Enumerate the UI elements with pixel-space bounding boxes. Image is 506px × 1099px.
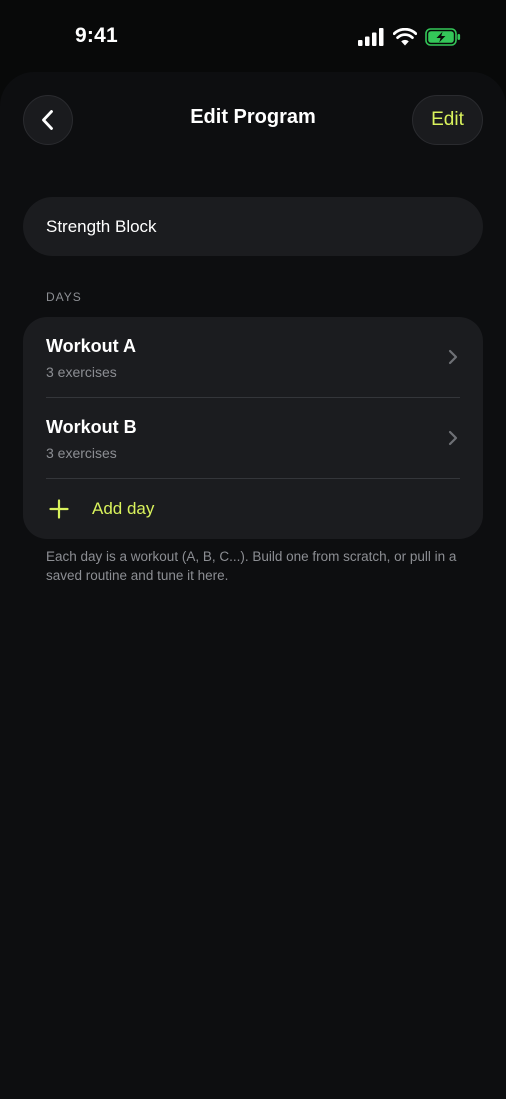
add-day-label: Add day bbox=[92, 499, 155, 518]
plus-icon bbox=[49, 499, 69, 519]
days-card: Workout A 3 exercises Workout B 3 exerci… bbox=[23, 317, 483, 539]
battery-charging-icon bbox=[425, 28, 461, 46]
status-icons bbox=[358, 26, 461, 48]
wifi-icon bbox=[393, 28, 417, 46]
days-section-header: DAYS bbox=[46, 290, 82, 304]
program-name-field[interactable]: Strength Block bbox=[23, 197, 483, 256]
status-time: 9:41 bbox=[75, 24, 118, 47]
helper-text: Each day is a workout (A, B, C...). Buil… bbox=[46, 549, 457, 583]
add-day-button[interactable]: Add day bbox=[23, 479, 483, 539]
day-row-workout-b[interactable]: Workout B 3 exercises bbox=[23, 398, 483, 478]
day-title: Workout B bbox=[46, 417, 137, 437]
day-title: Workout A bbox=[46, 336, 136, 356]
day-exercise-count: 3 exercises bbox=[46, 364, 117, 380]
day-row-workout-a[interactable]: Workout A 3 exercises bbox=[23, 317, 483, 397]
edit-program-sheet: Edit Program Edit Strength Block DAYS Wo… bbox=[0, 72, 506, 1099]
signal-icon bbox=[358, 28, 384, 46]
status-bar: 9:41 bbox=[0, 0, 506, 72]
chevron-right-icon bbox=[448, 349, 458, 365]
edit-button[interactable]: Edit bbox=[412, 95, 483, 145]
day-exercise-count: 3 exercises bbox=[46, 445, 117, 461]
chevron-right-icon bbox=[448, 430, 458, 446]
